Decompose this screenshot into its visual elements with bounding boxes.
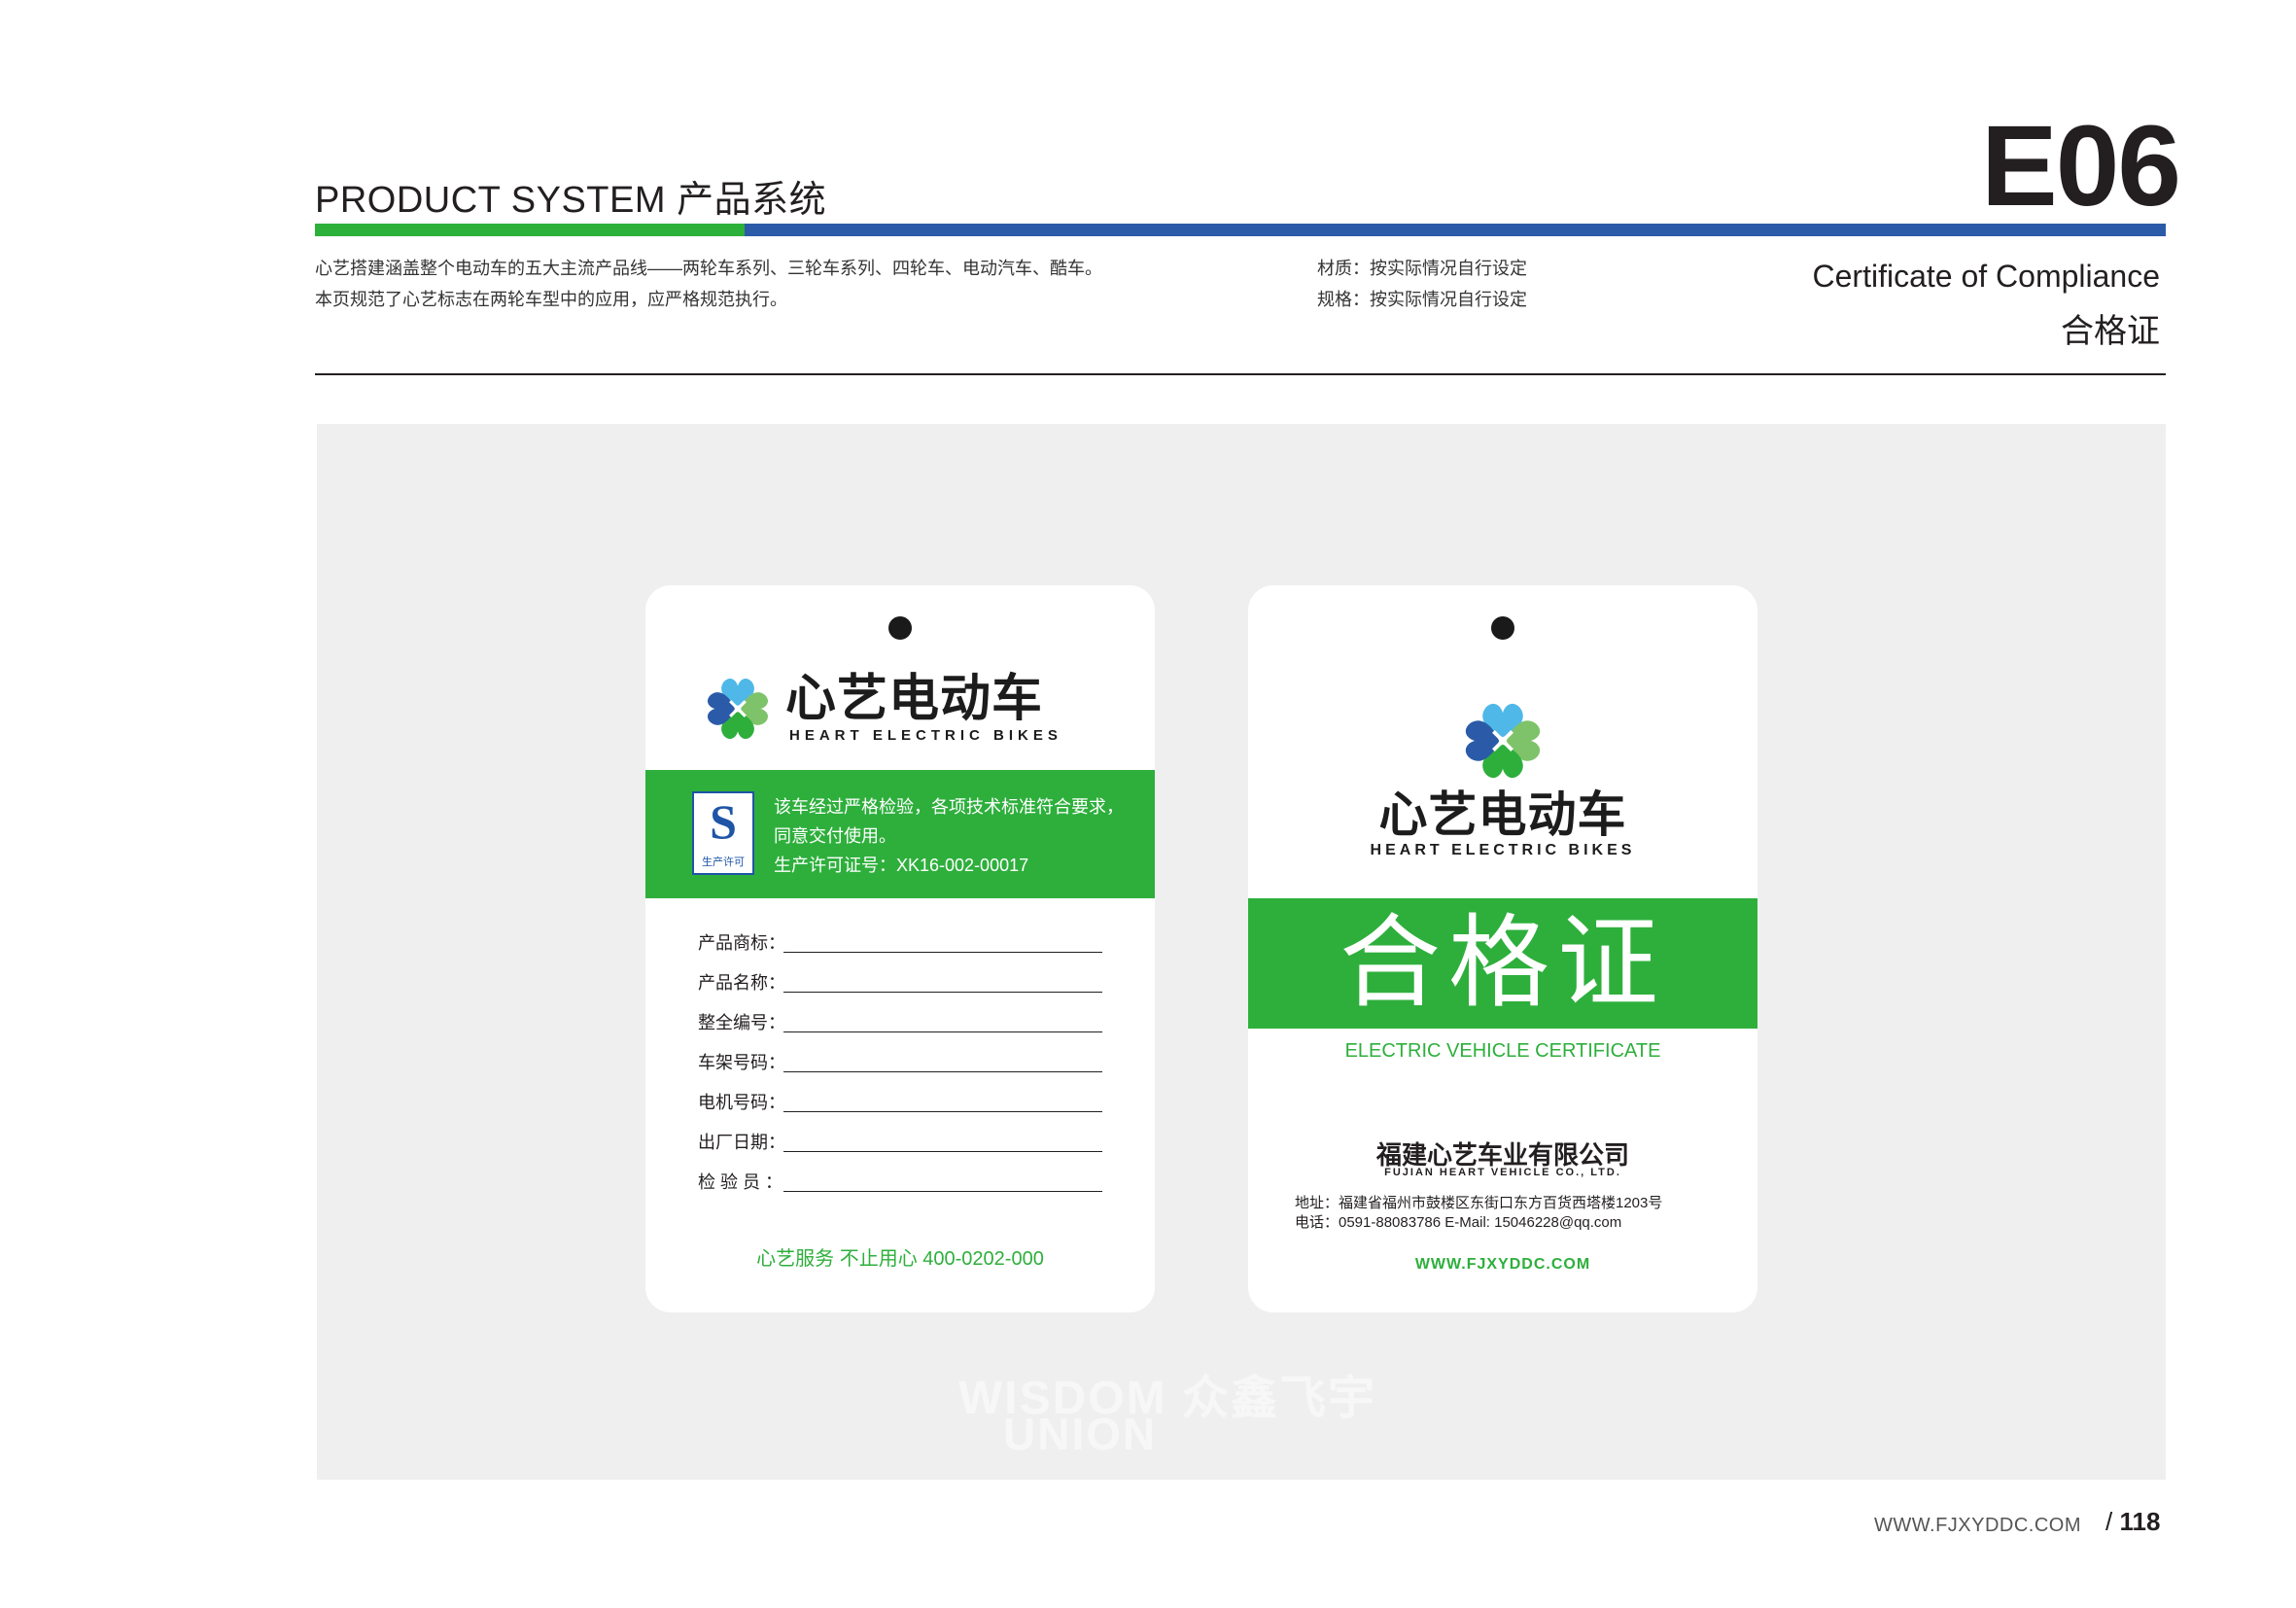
hang-hole bbox=[1491, 616, 1514, 640]
clover-logo-icon bbox=[1465, 703, 1541, 779]
field-underline bbox=[783, 1071, 1102, 1072]
brand-logo: 心艺电动车 HEART ELECTRIC BIKES bbox=[700, 671, 1108, 749]
company-name-en: FUJIAN HEART VEHICLE CO., LTD. bbox=[1384, 1167, 1621, 1178]
company-website: WWW.FJXYDDC.COM bbox=[1414, 1256, 1591, 1273]
field-underline bbox=[783, 1111, 1102, 1112]
company-contact: 电话：0591-88083786 E-Mail: 15046228@qq.com bbox=[1295, 1214, 1622, 1231]
description-line: 心艺搭建涵盖整个电动车的五大主流产品线——两轮车系列、三轮车系列、四轮车、电动汽… bbox=[315, 259, 1102, 278]
certificate-tag-back: 心艺电动车 HEART ELECTRIC BIKES S 生产许可 该车经过严格… bbox=[645, 585, 1155, 1312]
hang-hole bbox=[888, 616, 912, 640]
form-field-row: 产品商标： bbox=[698, 929, 1102, 955]
spec-line: 规格：按实际情况自行设定 bbox=[1317, 290, 1527, 309]
form-field-row: 电机号码： bbox=[698, 1089, 1102, 1114]
section-code: E06 bbox=[1981, 102, 2181, 230]
footer-website: WWW.FJXYDDC.COM bbox=[1874, 1515, 2082, 1536]
brand-name-cn: 心艺电动车 bbox=[1378, 787, 1627, 842]
form-field-row: 出厂日期： bbox=[698, 1129, 1102, 1154]
field-underline bbox=[783, 1191, 1102, 1192]
header-divider bbox=[315, 373, 2166, 375]
quality-notice-line: 该车经过严格检验，各项技术标准符合要求， bbox=[774, 797, 1124, 817]
field-label: 产品商标： bbox=[698, 933, 785, 953]
spec-line: 材质：按实际情况自行设定 bbox=[1317, 259, 1527, 278]
clover-logo-icon bbox=[707, 678, 769, 740]
field-label: 检 验 员 ： bbox=[698, 1172, 783, 1192]
qs-mark-icon: S 生产许可 bbox=[692, 791, 754, 875]
page-title: PRODUCT SYSTEM 产品系统 bbox=[315, 180, 827, 221]
brand-name-cn: 心艺电动车 bbox=[785, 671, 1044, 727]
field-label: 出厂日期： bbox=[698, 1133, 785, 1152]
brand-name-en: HEART ELECTRIC BIKES bbox=[789, 727, 1062, 744]
brand-name-en: HEART ELECTRIC BIKES bbox=[1370, 842, 1636, 858]
form-field-row: 产品名称： bbox=[698, 969, 1102, 995]
field-underline bbox=[783, 1031, 1102, 1032]
certificate-tag-front: 心艺电动车 HEART ELECTRIC BIKES 合格证 ELECTRIC … bbox=[1248, 585, 1757, 1312]
license-number: 生产许可证号：XK16-002-00017 bbox=[774, 856, 1029, 875]
field-label: 产品名称： bbox=[698, 973, 785, 993]
qs-mark-letter: S bbox=[710, 794, 737, 849]
service-hotline: 心艺服务 不止用心 400-0202-000 bbox=[756, 1248, 1044, 1270]
field-underline bbox=[783, 992, 1102, 993]
showcase-panel bbox=[317, 424, 2166, 1480]
header-bar-green bbox=[315, 224, 745, 236]
quality-notice-band: S 生产许可 该车经过严格检验，各项技术标准符合要求， 同意交付使用。 生产许可… bbox=[645, 770, 1155, 898]
certificate-title: 合格证 bbox=[1339, 907, 1666, 1020]
description-line: 本页规范了心艺标志在两轮车型中的应用，应严格规范执行。 bbox=[315, 290, 787, 309]
form-field-row: 整全编号： bbox=[698, 1009, 1102, 1034]
field-underline bbox=[783, 952, 1102, 953]
page-number: / 118 bbox=[2105, 1507, 2161, 1536]
field-underline bbox=[783, 1151, 1102, 1152]
certificate-title-en: ELECTRIC VEHICLE CERTIFICATE bbox=[1344, 1040, 1661, 1062]
form-field-row: 检 验 员 ： bbox=[698, 1169, 1102, 1194]
watermark-text: UNION bbox=[1003, 1409, 1158, 1459]
qs-mark-caption: 生产许可 bbox=[702, 856, 745, 868]
field-label: 整全编号： bbox=[698, 1013, 785, 1032]
subtitle-zh: 合格证 bbox=[2061, 313, 2160, 350]
company-address: 地址：福建省福州市鼓楼区东街口东方百货西塔楼1203号 bbox=[1295, 1195, 1663, 1211]
header-bar-blue bbox=[745, 224, 2166, 236]
field-label: 电机号码： bbox=[698, 1093, 785, 1112]
certificate-title-band: 合格证 bbox=[1248, 898, 1757, 1029]
form-field-row: 车架号码： bbox=[698, 1049, 1102, 1074]
subtitle-en: Certificate of Compliance bbox=[1812, 259, 2160, 294]
field-label: 车架号码： bbox=[698, 1053, 785, 1072]
page-number-value: 118 bbox=[2119, 1507, 2161, 1536]
quality-notice-line: 同意交付使用。 bbox=[774, 826, 896, 846]
